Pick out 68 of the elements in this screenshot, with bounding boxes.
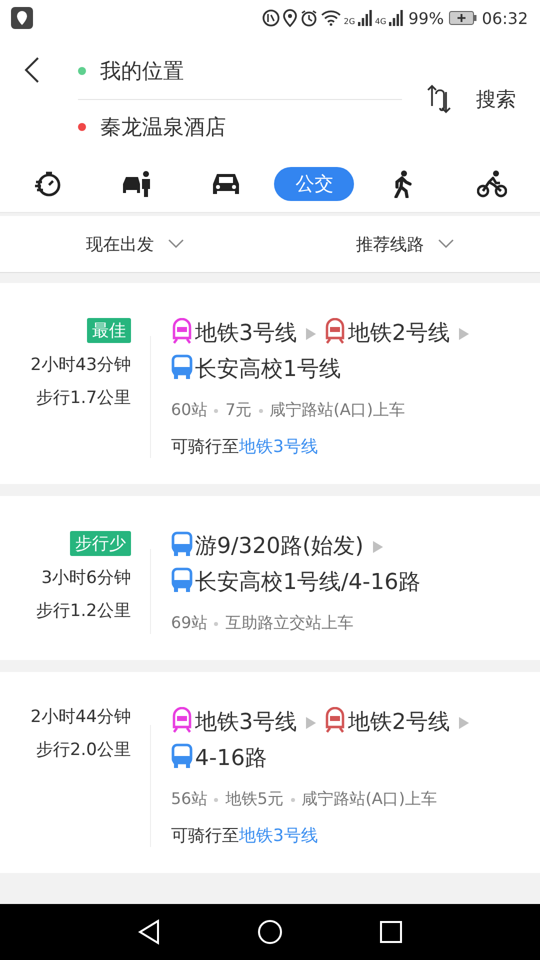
chevron-down-icon bbox=[438, 239, 454, 249]
ride-hint: 可骑行至地铁3号线 bbox=[171, 437, 318, 457]
arrow-icon bbox=[372, 541, 383, 553]
bike-tab[interactable] bbox=[476, 170, 507, 198]
route-info: 咸宁路站(A口)上车 bbox=[302, 789, 437, 810]
battery-icon bbox=[448, 11, 477, 25]
alarm-icon bbox=[300, 9, 318, 27]
route-card[interactable]: 最佳 2小时43分钟 步行1.7公里 地铁3号线 地铁2号线 长安高校1号线 60站 7元 咸宁路站(A口)上车 可骑行至地铁3号线 bbox=[0, 283, 540, 484]
car-tab[interactable] bbox=[210, 172, 241, 196]
home-nav-icon[interactable] bbox=[257, 919, 283, 945]
transit-line: 地铁3号线 bbox=[195, 710, 297, 735]
route-duration: 2小时44分钟 bbox=[30, 706, 131, 728]
arrow-icon bbox=[459, 717, 469, 729]
route-info: 56站 bbox=[171, 789, 208, 810]
back-nav-icon[interactable] bbox=[137, 919, 161, 945]
walk-distance: 步行2.0公里 bbox=[36, 739, 131, 761]
filter-dropdown[interactable]: 推荐线路 bbox=[270, 232, 540, 256]
clock: 06:32 bbox=[482, 8, 528, 28]
location-icon bbox=[282, 9, 297, 27]
filter-dropdown[interactable]: 现在出发 bbox=[0, 232, 270, 256]
walk-distance: 步行1.2公里 bbox=[36, 600, 131, 622]
arrow-icon bbox=[306, 328, 316, 340]
transit-line: 地铁2号线 bbox=[348, 321, 450, 346]
transit-line: 长安高校1号线 bbox=[195, 357, 341, 382]
destination-field[interactable]: 秦龙温泉酒店 bbox=[100, 113, 226, 141]
car-person-icon bbox=[121, 170, 153, 198]
chevron-down-icon bbox=[168, 239, 184, 249]
back-icon[interactable] bbox=[24, 57, 40, 83]
route-info: 7元 bbox=[225, 400, 252, 421]
route-info: 地铁5元 bbox=[225, 789, 284, 810]
route-tag: 步行少 bbox=[70, 531, 131, 556]
network-label: 4G bbox=[375, 16, 386, 26]
walk-tab[interactable] bbox=[392, 170, 414, 198]
origin-field[interactable]: 我的位置 bbox=[100, 57, 184, 85]
timer-tab[interactable] bbox=[34, 170, 62, 198]
route-info: 互助路立交站上车 bbox=[225, 613, 354, 634]
route-duration: 3小时6分钟 bbox=[41, 567, 131, 589]
wifi-icon bbox=[320, 10, 341, 26]
bus-tab[interactable]: 公交 bbox=[274, 167, 354, 201]
signal-icon bbox=[358, 10, 372, 26]
swap-icon[interactable] bbox=[426, 84, 452, 114]
battery-percent: 99% bbox=[408, 8, 444, 28]
cyclist-icon bbox=[476, 170, 507, 198]
signal-icon bbox=[389, 10, 404, 26]
stopwatch-icon bbox=[34, 170, 62, 198]
taxi-tab[interactable] bbox=[121, 170, 153, 198]
route-info: 60站 bbox=[171, 400, 208, 421]
route-duration: 2小时43分钟 bbox=[30, 354, 131, 376]
network-label: 2G bbox=[344, 16, 356, 26]
route-info: 咸宁路站(A口)上车 bbox=[270, 400, 405, 421]
route-tag: 最佳 bbox=[87, 318, 131, 343]
walking-person-icon bbox=[392, 170, 414, 198]
search-button[interactable]: 搜索 bbox=[476, 86, 516, 112]
route-card[interactable]: 步行少 3小时6分钟 步行1.2公里 游9/320路(始发) 长安高校1号线/4-16路 69站 互助路立交站上车 bbox=[0, 496, 540, 660]
app-icon bbox=[11, 7, 33, 29]
transit-line: 4-16路 bbox=[195, 746, 267, 771]
transit-line: 游9/320路(始发) bbox=[195, 534, 364, 559]
arrow-icon bbox=[306, 717, 316, 729]
arrow-icon bbox=[459, 328, 469, 340]
recents-nav-icon[interactable] bbox=[379, 920, 403, 944]
route-card[interactable]: 2小时44分钟 步行2.0公里 地铁3号线 地铁2号线 4-16路 56站 地铁5元 咸宁路站(A口)上车 可骑行至地铁3号线 bbox=[0, 672, 540, 873]
car-icon bbox=[210, 172, 241, 196]
transit-line: 地铁3号线 bbox=[195, 321, 297, 346]
route-info: 69站 bbox=[171, 613, 208, 634]
walk-distance: 步行1.7公里 bbox=[36, 387, 131, 409]
ride-hint: 可骑行至地铁3号线 bbox=[171, 826, 318, 846]
transit-line: 地铁2号线 bbox=[348, 710, 450, 735]
transit-line: 长安高校1号线/4-16路 bbox=[195, 570, 420, 595]
